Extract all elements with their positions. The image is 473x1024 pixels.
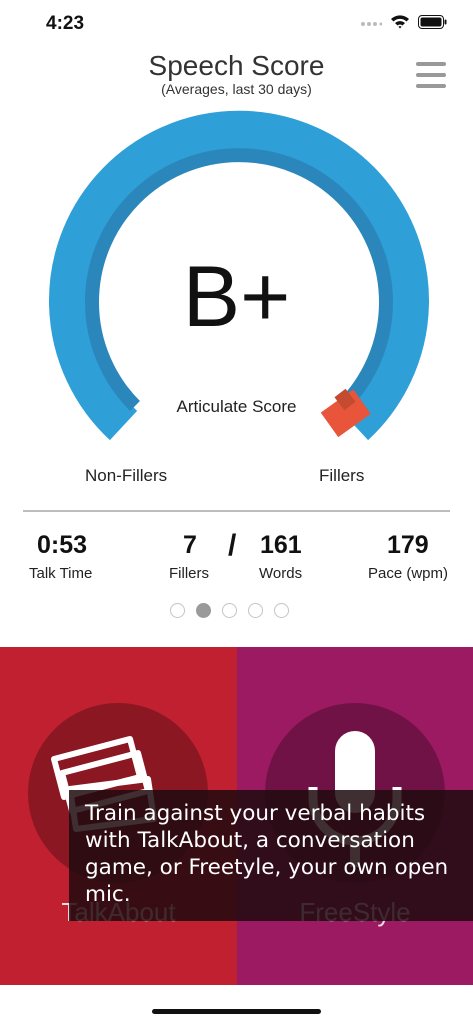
talk-time-label: Talk Time	[29, 565, 93, 582]
divider	[23, 510, 450, 512]
page-indicator[interactable]	[170, 603, 289, 618]
hamburger-menu-icon[interactable]	[416, 60, 446, 90]
fillers-count-label: Fillers	[169, 565, 209, 582]
page-dot[interactable]	[196, 603, 211, 618]
pace-label: Pace (wpm)	[368, 565, 449, 582]
page-dot[interactable]	[248, 603, 263, 618]
words-count-value: 161	[260, 531, 302, 559]
wifi-icon	[390, 14, 410, 34]
page-title: Speech Score	[148, 50, 325, 81]
fillers-legend-label: Fillers	[319, 466, 365, 485]
cellular-signal-icon	[360, 15, 383, 33]
page-subtitle: (Averages, last 30 days)	[161, 81, 312, 97]
page-dot[interactable]	[222, 603, 237, 618]
ratio-separator: /	[228, 529, 237, 562]
home-indicator[interactable]	[152, 1009, 321, 1014]
words-count-label: Words	[259, 565, 303, 582]
talk-time-value: 0:53	[37, 531, 88, 559]
pace-value: 179	[387, 531, 429, 559]
score-grade: B+	[182, 249, 291, 345]
tooltip-text: Train against your verbal habits with Ta…	[85, 801, 449, 907]
non-fillers-label: Non-Fillers	[85, 466, 168, 485]
status-icons	[360, 14, 447, 34]
gauge-label: Articulate Score	[176, 397, 297, 416]
page-dot[interactable]	[274, 603, 289, 618]
onboarding-tooltip[interactable]: Train against your verbal habits with Ta…	[69, 790, 473, 921]
battery-icon	[418, 14, 447, 34]
fillers-count-value: 7	[183, 531, 197, 559]
page-dot[interactable]	[170, 603, 185, 618]
status-time: 4:23	[46, 13, 85, 34]
